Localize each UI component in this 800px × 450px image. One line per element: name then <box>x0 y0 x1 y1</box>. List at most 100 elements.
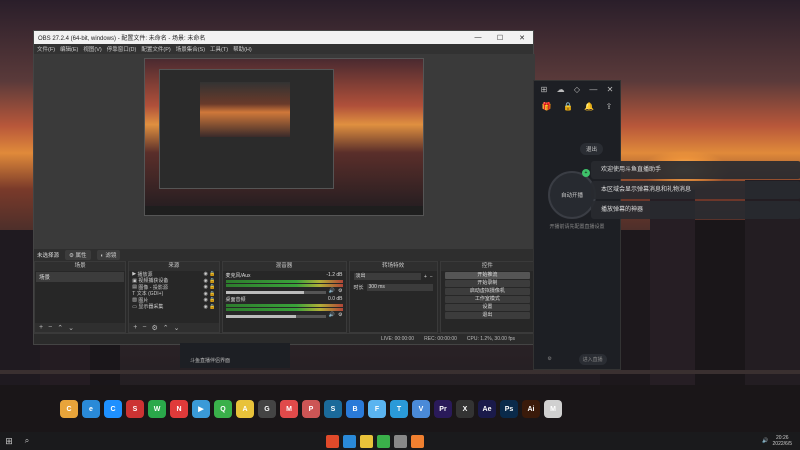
lock-icon[interactable]: 🔒 <box>209 297 215 303</box>
windows-start-icon[interactable]: ⊞ <box>0 436 18 447</box>
dock-app-icon[interactable]: ▶ <box>192 400 210 418</box>
taskbar-app-icon[interactable] <box>360 434 373 448</box>
helper-exit-button[interactable]: 退出 <box>580 143 604 155</box>
dock-app-icon[interactable]: W <box>148 400 166 418</box>
start-recording-button[interactable]: 开始录制 <box>444 280 531 287</box>
remove-source-icon[interactable]: − <box>142 324 146 331</box>
close-icon[interactable]: ✕ <box>607 85 614 94</box>
filters-button[interactable]: ◐ 滤镜 <box>96 250 121 260</box>
dock-app-icon[interactable]: Ps <box>500 400 518 418</box>
source-settings-icon[interactable]: ⚙ <box>151 324 157 332</box>
menu-file[interactable]: 文件(F) <box>37 45 55 53</box>
eye-icon[interactable]: ◉ <box>204 291 208 297</box>
gear-icon[interactable]: ⚙ <box>338 312 342 318</box>
taskbar-app-icon[interactable] <box>411 434 424 448</box>
dock-app-icon[interactable]: G <box>258 400 276 418</box>
settings-button[interactable]: 设置 <box>444 304 531 311</box>
menu-profile[interactable]: 配置文件(P) <box>141 45 170 53</box>
dock-app-icon[interactable]: T <box>390 400 408 418</box>
dock-app-icon[interactable]: S <box>126 400 144 418</box>
eye-icon[interactable]: ◉ <box>204 284 208 290</box>
move-up-icon[interactable]: ⌃ <box>57 324 63 332</box>
grid-icon[interactable]: ⊞ <box>541 85 548 94</box>
dock-app-icon[interactable]: M <box>544 400 562 418</box>
menu-help[interactable]: 帮助(H) <box>233 45 252 53</box>
dock-app-icon[interactable]: N <box>170 400 188 418</box>
duration-input[interactable]: 300 ms <box>366 284 433 291</box>
dock-app-icon[interactable]: Ai <box>522 400 540 418</box>
menu-docks[interactable]: 停靠窗口(D) <box>107 45 137 53</box>
mixer-title: 混音器 <box>222 262 346 271</box>
taskbar-app-icon[interactable] <box>326 434 339 448</box>
dock-app-icon[interactable]: Pr <box>434 400 452 418</box>
lock-icon[interactable]: 🔒 <box>209 271 215 277</box>
volume-slider[interactable] <box>225 314 326 318</box>
lock-icon[interactable]: 🔒 <box>209 291 215 297</box>
shield-icon[interactable]: ◇ <box>574 85 580 94</box>
volume-icon[interactable]: 🔊 <box>762 438 768 444</box>
dock-app-icon[interactable]: e <box>82 400 100 418</box>
gift-icon[interactable]: 🎁 <box>542 102 552 111</box>
menu-scene-collection[interactable]: 场景集合(S) <box>176 45 205 53</box>
lock-icon[interactable]: 🔒 <box>209 284 215 290</box>
dock-app-icon[interactable]: V <box>412 400 430 418</box>
eye-icon[interactable]: ◉ <box>204 304 208 310</box>
remove-transition-icon[interactable]: − <box>430 274 433 280</box>
dock-app-icon[interactable]: C <box>104 400 122 418</box>
dock-app-icon[interactable]: X <box>456 400 474 418</box>
minimize-button[interactable]: — <box>467 34 489 41</box>
settings-icon[interactable]: ⚙ <box>547 356 551 362</box>
eye-icon[interactable]: ◉ <box>204 297 208 303</box>
enter-live-button[interactable]: 进入直播 <box>578 353 607 365</box>
cloud-icon[interactable]: ☁ <box>557 85 565 94</box>
share-icon[interactable]: ⇪ <box>606 102 613 111</box>
dock-app-icon[interactable]: M <box>280 400 298 418</box>
remove-scene-icon[interactable]: − <box>48 324 52 331</box>
scene-item[interactable]: 场景 <box>36 272 125 282</box>
maximize-button[interactable]: ☐ <box>489 34 511 42</box>
move-down-icon[interactable]: ⌄ <box>174 324 180 332</box>
gear-icon[interactable]: ⚙ <box>338 288 342 294</box>
dock-app-icon[interactable]: Q <box>214 400 232 418</box>
close-button[interactable]: ✕ <box>511 34 533 42</box>
move-down-icon[interactable]: ⌄ <box>68 324 74 332</box>
add-scene-icon[interactable]: + <box>39 324 43 331</box>
minimize-icon[interactable]: — <box>589 85 597 94</box>
lock-icon[interactable]: 🔒 <box>563 102 573 111</box>
speaker-icon[interactable]: 🔊 <box>329 312 335 318</box>
auto-start-button[interactable]: 自动开播 <box>548 171 596 219</box>
menu-tools[interactable]: 工具(T) <box>210 45 228 53</box>
dock-app-icon[interactable]: B <box>346 400 364 418</box>
eye-icon[interactable]: ◉ <box>204 271 208 277</box>
volume-slider[interactable] <box>225 290 326 294</box>
lock-icon[interactable]: 🔒 <box>209 304 215 310</box>
lock-icon[interactable]: 🔒 <box>209 278 215 284</box>
virtual-camera-button[interactable]: 启动虚拟摄像机 <box>444 288 531 295</box>
taskbar-app-icon[interactable] <box>377 434 390 448</box>
eye-icon[interactable]: ◉ <box>204 278 208 284</box>
taskbar-app-icon[interactable] <box>394 434 407 448</box>
start-streaming-button[interactable]: 开始推流 <box>444 272 531 279</box>
transition-select[interactable]: 淡出 <box>353 273 421 280</box>
dock-app-icon[interactable]: P <box>302 400 320 418</box>
move-up-icon[interactable]: ⌃ <box>163 324 169 332</box>
obs-preview[interactable] <box>144 58 424 216</box>
dock-app-icon[interactable]: Ae <box>478 400 496 418</box>
menu-edit[interactable]: 编辑(E) <box>60 45 78 53</box>
source-item[interactable]: ▭ 显示器采集 ◉ 🔒 <box>129 304 218 311</box>
add-source-icon[interactable]: + <box>133 324 137 331</box>
clock[interactable]: 20:26 2022/6/5 <box>773 435 792 447</box>
exit-button[interactable]: 退出 <box>444 312 531 319</box>
add-transition-icon[interactable]: + <box>424 274 427 280</box>
properties-button[interactable]: ⚙ 属性 <box>65 250 91 260</box>
bell-icon[interactable]: 🔔 <box>584 102 594 111</box>
taskbar-app-icon[interactable] <box>343 434 356 448</box>
dock-app-icon[interactable]: S <box>324 400 342 418</box>
dock-app-icon[interactable]: F <box>368 400 386 418</box>
dock-app-icon[interactable]: C <box>60 400 78 418</box>
menu-view[interactable]: 视图(V) <box>83 45 101 53</box>
speaker-icon[interactable]: 🔊 <box>329 288 335 294</box>
dock-app-icon[interactable]: A <box>236 400 254 418</box>
studio-mode-button[interactable]: 工作室模式 <box>444 296 531 303</box>
search-icon[interactable]: ⌕ <box>18 436 36 446</box>
